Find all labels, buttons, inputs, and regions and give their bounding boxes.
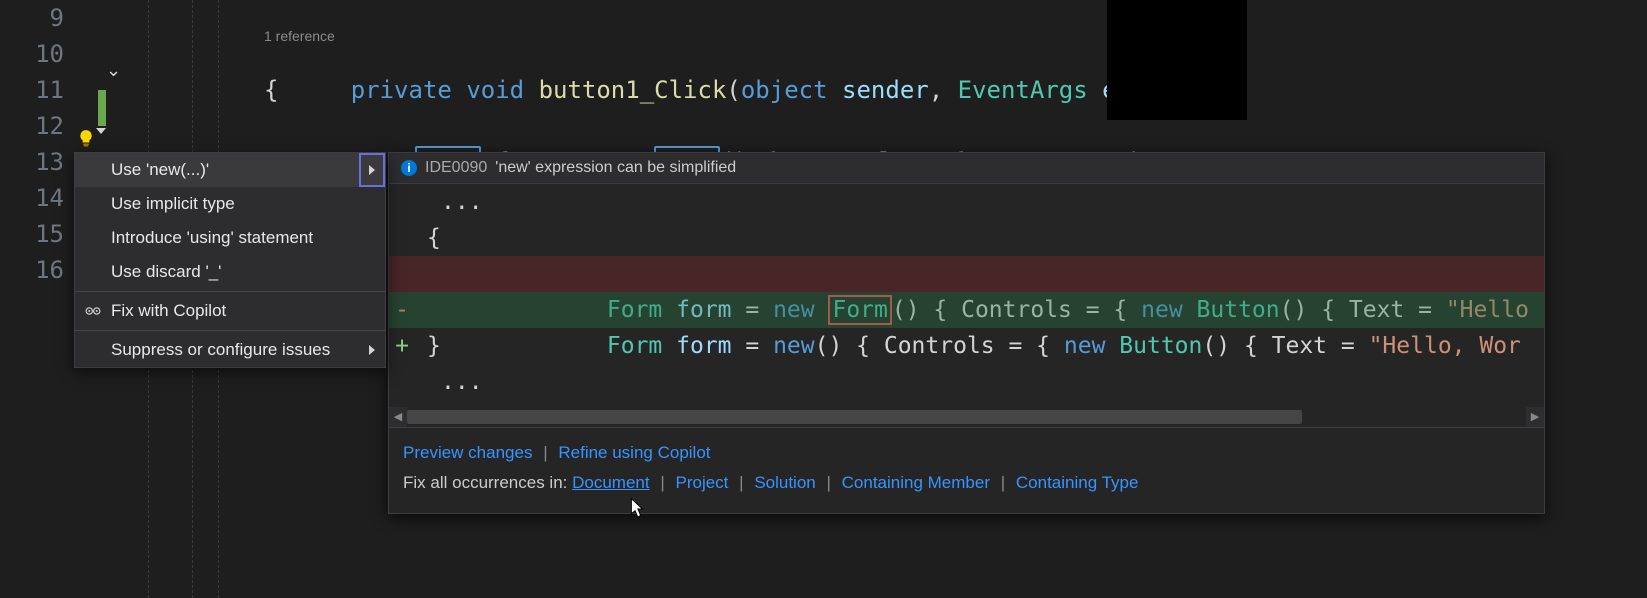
qa-item-use-discard[interactable]: Use discard '_' [75, 255, 385, 289]
qa-item-label: Suppress or configure issues [111, 340, 330, 359]
fix-scope-type-link[interactable]: Containing Type [1016, 473, 1139, 492]
info-icon: i [401, 160, 417, 176]
line-number: 11 [0, 72, 64, 108]
change-indicator [98, 90, 106, 126]
fix-all-label: Fix all occurrences in: [403, 473, 567, 492]
fix-scope-document-link[interactable]: Document [572, 473, 649, 492]
fold-chevron-icon[interactable]: ⌄ [106, 60, 121, 81]
menu-divider [75, 291, 385, 292]
preview-header: i IDE0090 'new' expression can be simpli… [389, 153, 1544, 184]
diagnostic-message: 'new' expression can be simplified [495, 159, 736, 177]
qa-item-label: Use discard '_' [111, 262, 221, 281]
horizontal-scrollbar[interactable]: ◀ ▶ [389, 407, 1544, 427]
submenu-arrow-icon [369, 345, 375, 355]
diff-body[interactable]: ... { - Form form = new Form() { Control… [389, 184, 1544, 407]
qa-item-label: Use 'new(...)' [111, 160, 209, 179]
code-fix-preview-panel: i IDE0090 'new' expression can be simpli… [388, 152, 1545, 514]
qa-item-implicit-type[interactable]: Use implicit type [75, 187, 385, 221]
scroll-track[interactable] [407, 407, 1526, 427]
line-number-gutter: 9 10 11 12 13 14 15 16 [0, 0, 72, 288]
submenu-arrow-icon[interactable] [359, 153, 385, 187]
line-number: 9 [0, 0, 64, 36]
qa-item-suppress[interactable]: Suppress or configure issues [75, 333, 385, 367]
qa-item-label: Introduce 'using' statement [111, 228, 313, 247]
scroll-left-icon[interactable]: ◀ [389, 407, 407, 427]
qa-item-introduce-using[interactable]: Introduce 'using' statement [75, 221, 385, 255]
code-body[interactable]: private void button1_Click(object sender… [130, 0, 1647, 144]
diagnostic-code: IDE0090 [425, 159, 487, 177]
scroll-right-icon[interactable]: ▶ [1526, 407, 1544, 427]
qa-item-label: Use implicit type [111, 194, 235, 213]
fix-scope-solution-link[interactable]: Solution [754, 473, 815, 492]
qa-item-label: Fix with Copilot [111, 301, 226, 320]
refine-copilot-link[interactable]: Refine using Copilot [558, 443, 710, 462]
fix-scope-project-link[interactable]: Project [676, 473, 729, 492]
menu-divider [75, 330, 385, 331]
scroll-thumb[interactable] [407, 410, 1302, 424]
lightbulb-dropdown-arrow-icon[interactable] [96, 128, 106, 134]
fix-scope-member-link[interactable]: Containing Member [842, 473, 990, 492]
qa-item-fix-copilot[interactable]: Fix with Copilot [75, 294, 385, 328]
line-number: 13 [0, 144, 64, 180]
line-number: 10 [0, 36, 64, 72]
line-number: 16 [0, 252, 64, 288]
lightbulb-icon[interactable] [74, 126, 98, 150]
copilot-icon [83, 301, 103, 321]
preview-footer: Preview changes | Refine using Copilot F… [389, 427, 1544, 513]
diff-added-line: + Form form = new() { Controls = { new B… [389, 292, 1544, 328]
line-number: 12 [0, 108, 64, 144]
preview-changes-link[interactable]: Preview changes [403, 443, 532, 462]
qa-item-use-new[interactable]: Use 'new(...)' [75, 153, 385, 187]
editor-split-shadow [1107, 0, 1247, 120]
line-number: 15 [0, 216, 64, 252]
quick-actions-menu: Use 'new(...)' Use implicit type Introdu… [74, 152, 386, 368]
diff-deleted-line: - Form form = new Form() { Controls = { … [389, 256, 1544, 292]
line-number: 14 [0, 180, 64, 216]
